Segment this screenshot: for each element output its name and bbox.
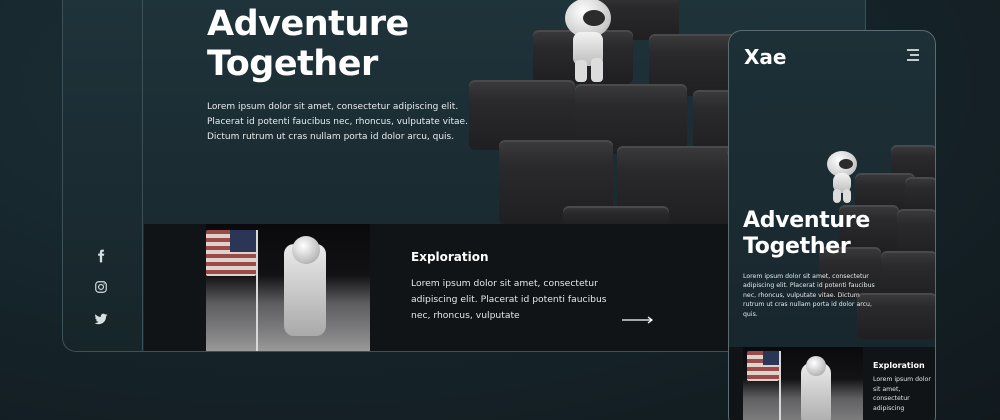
mobile-exploration-description: Lorem ipsum dolor sit amet, consectetur … xyxy=(873,376,931,412)
twitter-icon[interactable] xyxy=(91,309,111,329)
social-sidebar xyxy=(63,0,143,351)
hero-title: Adventure Together xyxy=(207,4,409,84)
moon-landing-photo xyxy=(206,224,370,351)
mobile-moon-landing-photo xyxy=(743,347,863,420)
hamburger-menu-icon[interactable] xyxy=(904,48,920,62)
mobile-logo[interactable]: Xae xyxy=(744,45,786,69)
mobile-mockup: Xae Adventure Together Lorem ipsum dolor… xyxy=(728,30,936,420)
exploration-title: Exploration xyxy=(411,250,489,264)
instagram-icon[interactable] xyxy=(91,277,111,297)
hero-description: Lorem ipsum dolor sit amet, consectetur … xyxy=(207,102,468,142)
facebook-icon[interactable] xyxy=(91,246,111,266)
mobile-exploration-title: Exploration xyxy=(873,361,925,370)
mobile-hero-description: Lorem ipsum dolor sit amet, consectetur … xyxy=(743,273,875,318)
arrow-right-icon[interactable] xyxy=(622,316,654,324)
mobile-hero-title: Adventure Together xyxy=(743,208,870,259)
exploration-description: Lorem ipsum dolor sit amet, consectetur … xyxy=(411,278,607,321)
